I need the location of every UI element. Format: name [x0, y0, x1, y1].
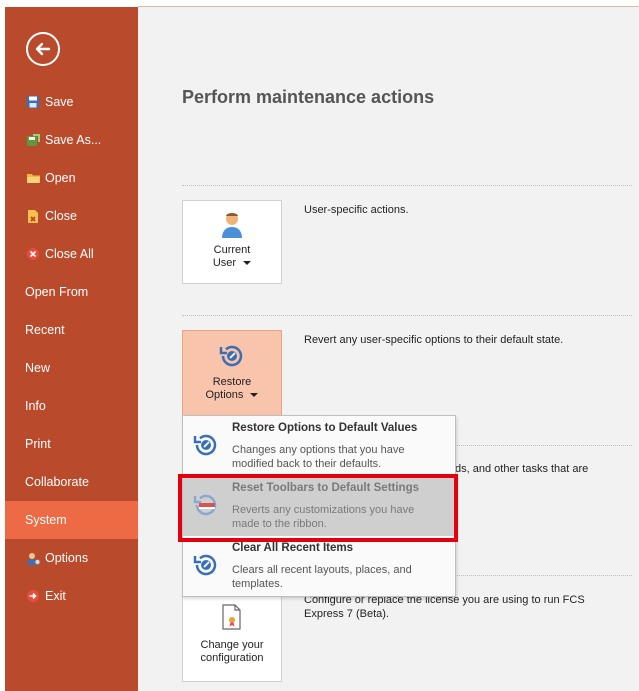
save-as-icon [25, 132, 41, 148]
button-label-line2: User [212, 257, 237, 269]
sidebar-item-label: Info [25, 399, 46, 413]
menu-item-title: Reset Toolbars to Default Settings [232, 482, 420, 494]
sidebar-item-save[interactable]: Save [5, 83, 138, 121]
menu-item-title: Restore Options to Default Values [232, 422, 418, 434]
section-description: User-specific actions. [304, 204, 409, 216]
sidebar-item-close[interactable]: Close [5, 197, 138, 235]
sidebar-item-print[interactable]: Print [5, 425, 138, 463]
sidebar-item-new[interactable]: New [5, 349, 138, 387]
chevron-down-icon [243, 261, 252, 266]
menu-item-restore-options-defaults[interactable]: Restore Options to Default Values Change… [183, 416, 455, 476]
back-arrow-icon [35, 42, 51, 56]
section-divider [182, 315, 632, 316]
user-icon [222, 213, 242, 238]
sidebar-item-label: Print [25, 437, 51, 451]
sidebar-item-exit[interactable]: Exit [5, 577, 138, 615]
sidebar-item-system[interactable]: System [5, 501, 138, 539]
button-label-line2: configuration [200, 652, 264, 664]
close-all-icon [25, 246, 41, 262]
sidebar-item-label: Collaborate [25, 475, 89, 489]
sidebar-item-open[interactable]: Open [5, 159, 138, 197]
button-label-line2: Options [205, 389, 244, 401]
description-line2: Express 7 (Beta). [304, 608, 389, 620]
options-icon [25, 550, 41, 566]
sidebar-item-label: Close [45, 209, 77, 223]
section-description: Configure or replace the license you are… [304, 593, 585, 621]
sidebar-item-label: New [25, 361, 51, 375]
open-folder-icon [25, 170, 41, 186]
restore-wrench-icon [193, 434, 217, 456]
sidebar-item-open-from[interactable]: Open From [5, 273, 138, 311]
sidebar-item-recent[interactable]: Recent [5, 311, 138, 349]
sidebar-item-label: Save [45, 95, 74, 109]
restore-options-dropdown: Restore Options to Default Values Change… [182, 415, 456, 597]
sidebar-item-label: Open [45, 171, 76, 185]
sidebar-item-label: Options [45, 551, 89, 565]
sidebar-item-label: Close All [45, 247, 94, 261]
section-description-partial: ds, and other tasks that are [455, 463, 589, 475]
button-label-line1: Restore [212, 376, 252, 388]
sidebar-item-label: Save As... [45, 133, 102, 147]
menu-item-clear-recent[interactable]: Clear All Recent Items Clears all recent… [183, 536, 455, 596]
current-user-button[interactable]: Current User [182, 200, 282, 284]
reset-toolbar-icon [193, 494, 217, 516]
sidebar-item-label: Recent [25, 323, 65, 337]
backstage-sidebar: Save Save As... Open Close Close All Ope… [5, 7, 138, 691]
menu-item-description: Changes any options that you have modifi… [232, 444, 405, 470]
sidebar-item-save-as[interactable]: Save As... [5, 121, 138, 159]
restore-options-button[interactable]: Restore Options [182, 330, 282, 416]
exit-icon [25, 588, 41, 604]
section-divider [182, 185, 632, 186]
page-title: Perform maintenance actions [182, 87, 435, 107]
change-configuration-button[interactable]: Change your configuration [182, 590, 282, 682]
clear-recent-icon [193, 554, 217, 576]
backstage-nav: Save Save As... Open Close Close All Ope… [5, 83, 138, 615]
sidebar-item-info[interactable]: Info [5, 387, 138, 425]
menu-item-reset-toolbars[interactable]: Reset Toolbars to Default Settings Rever… [183, 476, 455, 536]
button-label-line1: Change your [200, 639, 264, 651]
menu-item-title: Clear All Recent Items [232, 542, 354, 554]
back-button[interactable] [26, 32, 60, 66]
button-label-line1: Current [213, 244, 251, 256]
sidebar-item-label: System [25, 513, 67, 527]
restore-wrench-icon [219, 345, 243, 367]
sidebar-item-collaborate[interactable]: Collaborate [5, 463, 138, 501]
sidebar-item-close-all[interactable]: Close All [5, 235, 138, 273]
sidebar-item-label: Exit [45, 589, 66, 603]
close-file-icon [25, 208, 41, 224]
menu-item-description: Reverts any customizations you have made… [232, 504, 415, 530]
menu-item-description: Clears all recent layouts, places, and t… [232, 564, 412, 590]
save-icon [25, 94, 41, 110]
chevron-down-icon [250, 393, 259, 398]
sidebar-item-options[interactable]: Options [5, 539, 138, 577]
license-document-icon [222, 604, 241, 630]
sidebar-item-label: Open From [25, 285, 89, 299]
section-description: Revert any user-specific options to thei… [304, 334, 564, 346]
